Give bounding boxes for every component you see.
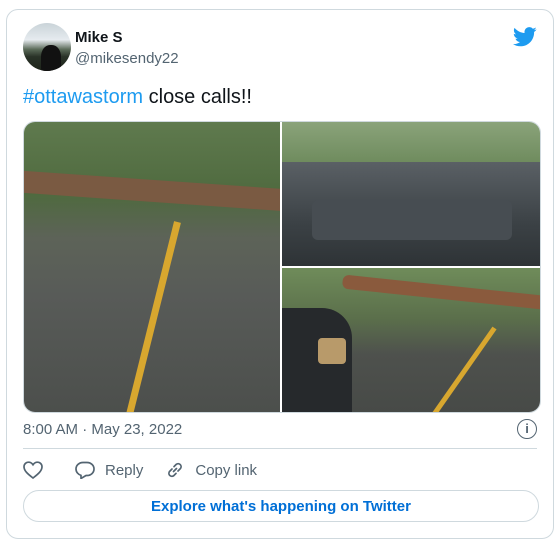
- link-icon: [168, 462, 183, 478]
- fallen-log: [24, 170, 280, 212]
- media-grid: [23, 121, 541, 413]
- photo-dashboard-view[interactable]: [282, 122, 540, 266]
- explore-twitter-button[interactable]: Explore what's happening on Twitter: [23, 490, 539, 522]
- author-handle[interactable]: @mikesendy22: [75, 50, 179, 67]
- reply-button[interactable]: Reply: [75, 461, 143, 479]
- photo-tree-in-front-of-car[interactable]: [282, 268, 540, 412]
- action-bar: Reply Copy link: [23, 460, 279, 480]
- tweet-body: close calls!!: [143, 86, 252, 108]
- tweet-card: Mike S @mikesendy22 #ottawastorm close c…: [6, 9, 554, 539]
- hashtag-link[interactable]: #ottawastorm: [23, 86, 143, 108]
- author-name[interactable]: Mike S: [75, 29, 123, 46]
- reply-label: Reply: [105, 461, 144, 479]
- copy-link-label: Copy link: [195, 461, 258, 479]
- photo-fallen-tree-road[interactable]: [24, 122, 280, 412]
- divider: [23, 448, 537, 449]
- dashboard-panel: [312, 200, 512, 240]
- reply-icon: [75, 461, 95, 479]
- headlight: [318, 338, 346, 364]
- avatar-silhouette: [41, 45, 61, 71]
- avatar[interactable]: [23, 23, 71, 71]
- twitter-bird-icon[interactable]: [513, 26, 537, 48]
- copy-link-button[interactable]: Copy link: [165, 460, 257, 480]
- road-yellow-line: [429, 326, 497, 412]
- like-button[interactable]: [23, 461, 53, 479]
- info-icon[interactable]: i: [517, 419, 537, 439]
- road-yellow-line: [125, 221, 181, 412]
- fallen-log: [341, 274, 540, 312]
- tweet-timestamp[interactable]: 8:00 AM · May 23, 2022: [23, 421, 182, 438]
- tweet-text: #ottawastorm close calls!!: [23, 85, 252, 109]
- heart-icon: [23, 461, 43, 479]
